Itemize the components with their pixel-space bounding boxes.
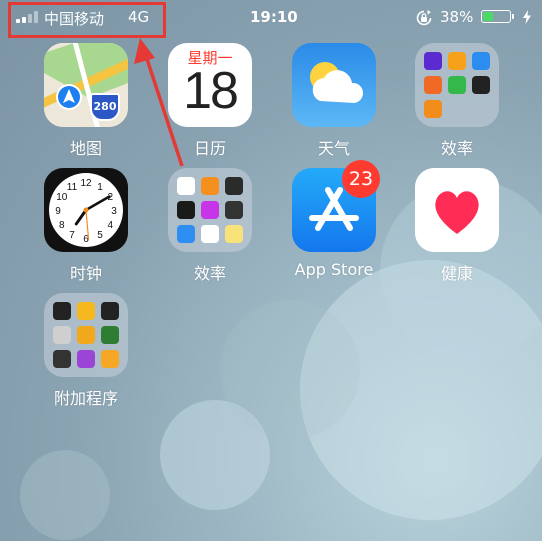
- clock-numeral: 5: [97, 230, 103, 241]
- voice-memos-icon: [101, 302, 119, 320]
- wallet-icon: [225, 177, 243, 195]
- calculator-icon: [53, 350, 71, 368]
- clock-numeral: 10: [56, 192, 68, 203]
- reminders-icon: [177, 177, 195, 195]
- stocks-icon: [177, 201, 195, 219]
- itunes-store-icon: [201, 201, 219, 219]
- efficiency-folder-2[interactable]: 效率: [160, 168, 260, 284]
- health-app[interactable]: 健康: [407, 168, 507, 284]
- clock-label: 时钟: [69, 264, 102, 283]
- books-icon: [201, 177, 219, 195]
- calendar-date: 18: [183, 62, 239, 120]
- extras-folder[interactable]: 附加程序: [36, 293, 136, 409]
- folder-icon: [168, 168, 252, 252]
- app-store-label: App Store: [294, 260, 374, 279]
- find-friends-icon: [77, 326, 95, 344]
- weather-app[interactable]: 天气: [284, 43, 384, 159]
- calendar-app[interactable]: 星期一 18 日历: [160, 43, 260, 159]
- clock-icon: 1 2 3 4 5 6 7 8 9 10 11 12: [44, 168, 128, 252]
- clips-icon: [225, 201, 243, 219]
- wallpaper-bokeh: [220, 300, 360, 440]
- battery-icon: [481, 10, 514, 23]
- clock-numeral: 11: [67, 182, 78, 193]
- clock-numeral: 8: [59, 220, 65, 231]
- clock-numeral: 1: [97, 182, 103, 193]
- notes-icon: [225, 225, 243, 243]
- charging-icon: [523, 10, 531, 24]
- watch-icon: [472, 76, 490, 94]
- music-icon: [201, 225, 219, 243]
- keynote-icon: [472, 52, 490, 70]
- clock-numeral: 9: [55, 206, 61, 217]
- highway-shield-icon: 280: [90, 93, 120, 121]
- clock-numeral: 7: [69, 230, 75, 241]
- clock-numeral: 4: [107, 220, 113, 231]
- efficiency-folder-label: 效率: [193, 264, 226, 283]
- clock-center-pin: [83, 207, 89, 213]
- notification-badge: 23: [342, 160, 380, 198]
- extras-folder-label: 附加程序: [53, 389, 118, 408]
- health-icon: [415, 168, 499, 252]
- tips-icon: [77, 302, 95, 320]
- maps-label: 地图: [69, 139, 102, 158]
- weather-icon: [292, 43, 376, 127]
- wallpaper-bokeh: [300, 260, 542, 520]
- find-iphone-icon: [101, 326, 119, 344]
- clock-numeral: 3: [111, 206, 117, 217]
- contacts-icon: [53, 326, 71, 344]
- mail-icon: [177, 225, 195, 243]
- sun-cloud-icon: [310, 62, 364, 103]
- highway-number: 280: [93, 100, 117, 113]
- health-label: 健康: [440, 264, 473, 283]
- weather-label: 天气: [317, 139, 350, 158]
- clock-app[interactable]: 1 2 3 4 5 6 7 8 9 10 11 12 时钟: [36, 168, 136, 284]
- podcasts-icon: [77, 350, 95, 368]
- numbers-icon: [448, 76, 466, 94]
- app-store-app[interactable]: 23 App Store: [284, 160, 384, 279]
- heart-icon: [435, 191, 479, 234]
- imovie-icon: [424, 52, 442, 70]
- compass-icon: [53, 302, 71, 320]
- calendar-icon: 星期一 18: [168, 43, 252, 127]
- itunes-u-icon: [424, 100, 442, 118]
- home-icon: [101, 350, 119, 368]
- rotation-lock-icon: [416, 10, 432, 26]
- clock-face: 1234567891011 12: [49, 173, 123, 247]
- status-time: 19:10: [250, 8, 298, 26]
- folder-icon: [415, 43, 499, 127]
- efficiency-folder-label: 效率: [440, 139, 473, 158]
- efficiency-folder-1[interactable]: 效率: [407, 43, 507, 159]
- folder-icon: [44, 293, 128, 377]
- maps-icon: 280: [44, 43, 128, 127]
- battery-percent: 38%: [440, 8, 474, 26]
- garageband-icon: [424, 76, 442, 94]
- clock-numeral: 12: [80, 178, 92, 189]
- maps-app[interactable]: 280 地图: [36, 43, 136, 159]
- wallpaper-bokeh: [160, 400, 270, 510]
- annotation-highlight-box: [8, 2, 166, 38]
- wallpaper-bokeh: [20, 450, 110, 540]
- battery-fill: [483, 12, 493, 21]
- pages-icon: [448, 52, 466, 70]
- calendar-label: 日历: [193, 139, 226, 158]
